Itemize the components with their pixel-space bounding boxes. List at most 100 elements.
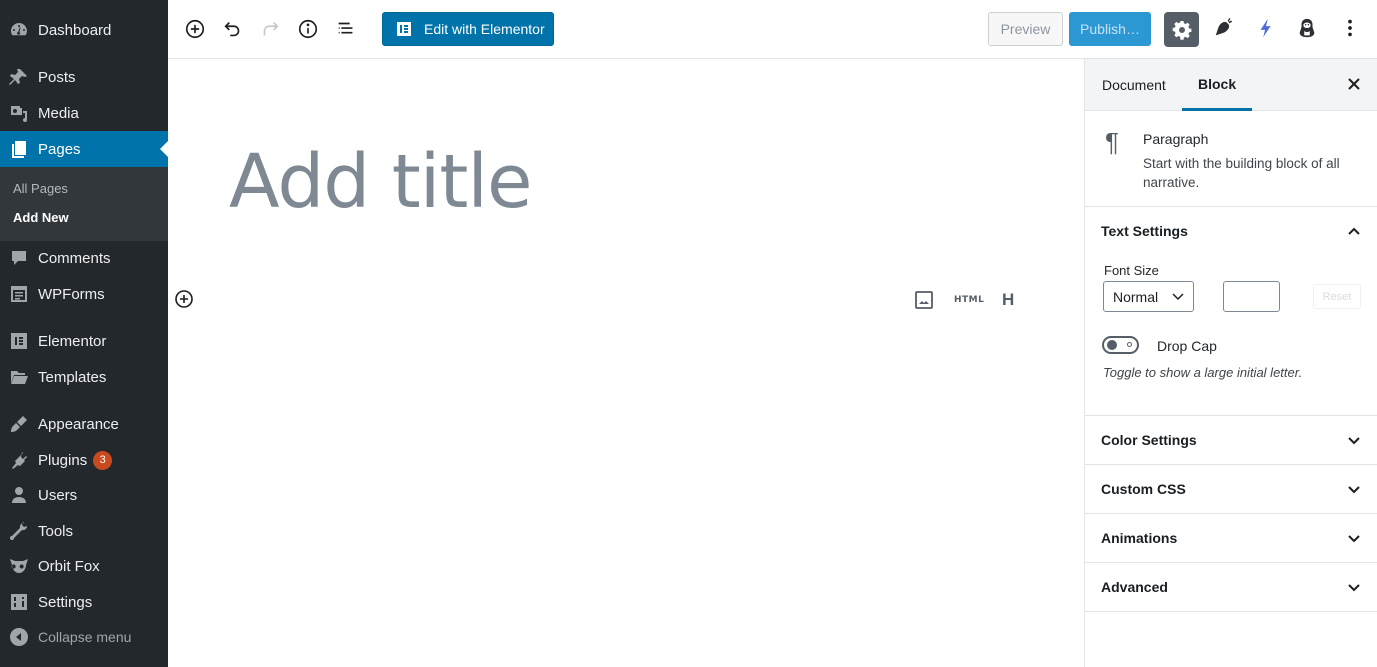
advanced-panel: Advanced [1085, 563, 1377, 612]
settings-toggle-button[interactable] [1164, 12, 1199, 47]
add-image-block-button[interactable] [914, 289, 934, 311]
preview-button[interactable]: Preview [988, 12, 1063, 46]
sidebar-item-label: Tools [38, 522, 74, 540]
submenu-all-pages[interactable]: All Pages [13, 181, 68, 196]
text-settings-title: Text Settings [1101, 223, 1188, 239]
custom-css-toggle[interactable]: Custom CSS [1085, 465, 1377, 513]
more-vertical-icon[interactable] [1338, 16, 1362, 40]
settings-sidebar: Document Block ¶ Paragraph Start with th… [1084, 59, 1377, 667]
add-html-block-button[interactable]: HTML [954, 289, 984, 311]
font-size-reset-button[interactable]: Reset [1313, 284, 1361, 309]
wp-block-editor: Dashboard Posts Media Pages All Pages Ad… [0, 0, 1377, 667]
post-title-input[interactable]: Add title [229, 139, 532, 225]
submenu-add-new[interactable]: Add New [13, 210, 69, 225]
section-title: Advanced [1101, 579, 1168, 595]
sidebar-item-settings[interactable]: Settings [0, 584, 168, 620]
text-settings-panel: Text Settings Font Size Normal Reset Dro… [1085, 207, 1377, 416]
block-description: Start with the building block of all nar… [1143, 156, 1340, 190]
sidebar-item-label: Appearance [38, 415, 119, 433]
pin-icon [9, 67, 29, 87]
elementor-icon [9, 331, 29, 351]
lightning-icon[interactable] [1254, 16, 1278, 40]
close-icon[interactable] [1345, 75, 1363, 93]
animations-panel: Animations [1085, 514, 1377, 563]
sidebar-item-label: Plugins [38, 451, 88, 469]
sidebar-item-label: WPForms [38, 285, 105, 303]
block-name: Paragraph [1143, 131, 1209, 147]
sidebar-item-media[interactable]: Media [0, 95, 168, 131]
advanced-toggle[interactable]: Advanced [1085, 563, 1377, 611]
image-icon [914, 290, 934, 310]
sidebar-item-label: Settings [38, 593, 93, 611]
sidebar-item-label: Posts [38, 68, 76, 86]
edit-with-elementor-label: Edit with Elementor [424, 21, 545, 37]
user-icon [9, 485, 29, 505]
drop-cap-label: Drop Cap [1157, 338, 1217, 354]
chevron-down-icon [1172, 293, 1184, 301]
tab-block[interactable]: Block [1182, 59, 1253, 111]
dashboard-icon [9, 20, 29, 40]
sidebar-item-orbit-fox[interactable]: Orbit Fox [0, 548, 168, 584]
collapse-menu-button[interactable]: Collapse menu [0, 619, 168, 655]
sidebar-item-dashboard[interactable]: Dashboard [0, 12, 168, 48]
admin-sidebar: Dashboard Posts Media Pages All Pages Ad… [0, 0, 168, 667]
sidebar-item-label: Pages [38, 140, 81, 158]
drop-cap-toggle[interactable] [1102, 336, 1139, 354]
section-title: Color Settings [1101, 432, 1197, 448]
sidebar-item-templates[interactable]: Templates [0, 359, 168, 395]
custom-font-size-input[interactable] [1223, 281, 1280, 312]
paragraph-icon: ¶ [1105, 127, 1119, 157]
folder-icon [9, 367, 29, 387]
font-size-select[interactable]: Normal [1103, 281, 1194, 312]
chevron-down-icon [1347, 531, 1361, 545]
sidebar-item-plugins[interactable]: Plugins 3 [0, 442, 168, 478]
sidebar-item-tools[interactable]: Tools [0, 513, 168, 549]
sidebar-item-label: Dashboard [38, 21, 112, 39]
carrot-icon[interactable] [1212, 16, 1236, 40]
chevron-down-icon [1347, 433, 1361, 447]
block-card: ¶ Paragraph Start with the building bloc… [1085, 111, 1377, 207]
color-settings-panel: Color Settings [1085, 416, 1377, 465]
undo-icon[interactable] [221, 17, 245, 41]
sidebar-item-label: Orbit Fox [38, 557, 100, 575]
block-inserter-icon[interactable] [174, 289, 194, 309]
edit-with-elementor-button[interactable]: Edit with Elementor [382, 12, 554, 46]
info-icon[interactable] [296, 17, 320, 41]
sidebar-item-comments[interactable]: Comments [0, 240, 168, 276]
sidebar-item-elementor[interactable]: Elementor [0, 323, 168, 359]
plugins-update-badge: 3 [93, 450, 113, 470]
sidebar-item-label: Comments [38, 249, 111, 267]
media-icon [9, 103, 29, 123]
redo-icon[interactable] [258, 17, 282, 41]
font-size-label: Font Size [1104, 263, 1159, 278]
block-navigation-icon[interactable] [334, 17, 358, 41]
pages-icon [9, 139, 29, 159]
plug-icon [9, 450, 29, 470]
sidebar-item-users[interactable]: Users [0, 477, 168, 513]
brush-icon [9, 414, 29, 434]
sidebar-item-label: Media [38, 104, 79, 122]
drop-cap-help: Toggle to show a large initial letter. [1103, 365, 1303, 380]
editor-toolbar: Edit with Elementor Preview Publish… [168, 0, 1377, 59]
add-block-icon[interactable] [183, 17, 207, 41]
text-settings-toggle[interactable]: Text Settings [1085, 207, 1377, 255]
pages-submenu: All Pages Add New [0, 167, 168, 241]
sidebar-item-label: Elementor [38, 332, 107, 350]
comment-icon [9, 248, 29, 268]
editor-canvas: Add title HTML H [168, 59, 1084, 667]
section-title: Custom CSS [1101, 481, 1186, 497]
custom-css-panel: Custom CSS [1085, 465, 1377, 514]
penguin-icon[interactable] [1295, 16, 1319, 40]
sidebar-item-appearance[interactable]: Appearance [0, 406, 168, 442]
sidebar-item-label: Users [38, 486, 78, 504]
color-settings-toggle[interactable]: Color Settings [1085, 416, 1377, 464]
animations-toggle[interactable]: Animations [1085, 514, 1377, 562]
sidebar-item-wpforms[interactable]: WPForms [0, 276, 168, 312]
sidebar-item-pages[interactable]: Pages [0, 131, 168, 167]
sidebar-item-posts[interactable]: Posts [0, 59, 168, 95]
publish-button[interactable]: Publish… [1069, 12, 1151, 46]
gear-icon [1172, 20, 1192, 40]
chevron-down-icon [1347, 482, 1361, 496]
tab-document[interactable]: Document [1102, 59, 1166, 111]
add-heading-block-button[interactable]: H [1002, 289, 1014, 311]
